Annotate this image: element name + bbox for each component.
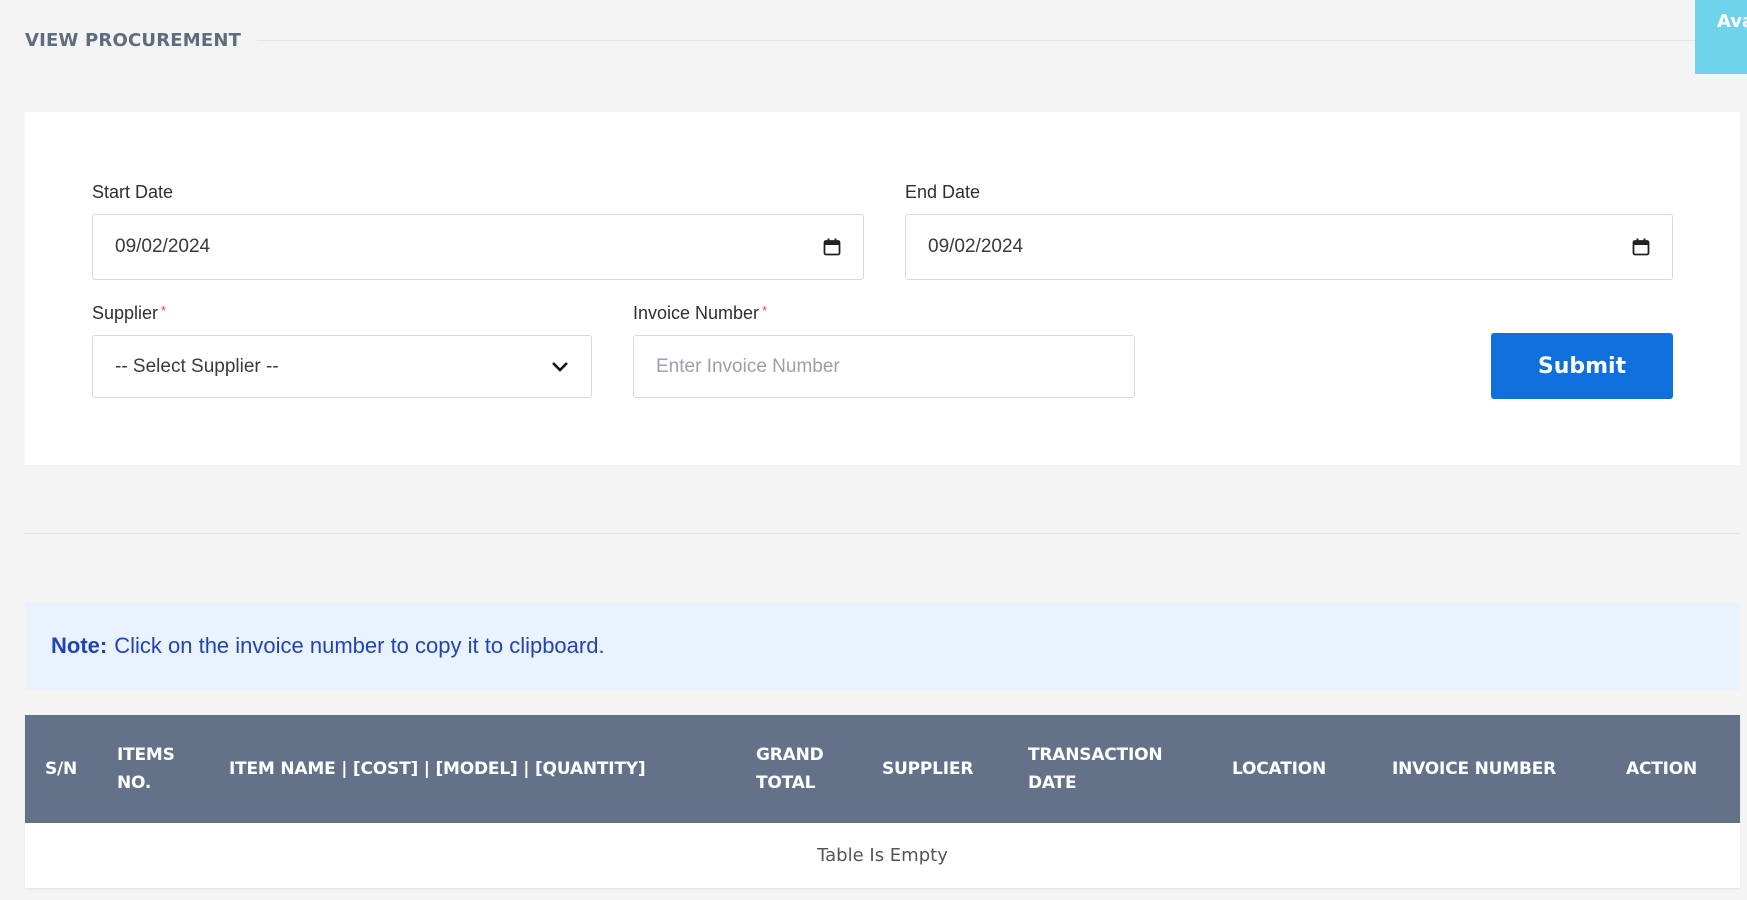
column-header-item-name[interactable]: ITEM NAME | [COST] | [MODEL] | [QUANTITY…	[209, 715, 736, 823]
column-header-action[interactable]: ACTION	[1606, 715, 1740, 823]
table-empty-message: Table Is Empty	[817, 845, 948, 866]
start-date-input[interactable]: 09/02/2024	[92, 214, 864, 280]
table-row: Table Is Empty	[25, 823, 1740, 888]
column-header-grand-total[interactable]: GRAND TOTAL	[736, 715, 862, 823]
column-header-invoice-number[interactable]: INVOICE NUMBER	[1372, 715, 1606, 823]
filter-card: Start Date 09/02/2024 End Date 09/02/202…	[25, 112, 1740, 465]
supplier-label-text: Supplier	[92, 303, 159, 323]
invoice-number-label-text: Invoice Number	[633, 303, 760, 323]
procurement-table: S/N ITEMS NO. ITEM NAME | [COST] | [MODE…	[25, 715, 1740, 888]
column-header-transaction-date[interactable]: TRANSACTION DATE	[1008, 715, 1212, 823]
chevron-down-icon	[552, 361, 568, 372]
table-header-row: S/N ITEMS NO. ITEM NAME | [COST] | [MODE…	[25, 715, 1740, 823]
invoice-number-placeholder: Enter Invoice Number	[656, 355, 840, 377]
column-header-location[interactable]: LOCATION	[1212, 715, 1372, 823]
start-date-field: Start Date 09/02/2024	[92, 182, 864, 280]
page-title: VIEW PROCUREMENT	[25, 30, 242, 51]
calendar-icon[interactable]	[1632, 238, 1650, 256]
submit-button[interactable]: Submit	[1491, 333, 1673, 399]
invoice-number-label: Invoice Number *	[633, 303, 1135, 325]
section-divider	[25, 533, 1740, 534]
supplier-selected: -- Select Supplier --	[115, 355, 279, 377]
end-date-input[interactable]: 09/02/2024	[905, 214, 1673, 280]
end-date-field: End Date 09/02/2024	[905, 182, 1673, 280]
note-text: Click on the invoice number to copy it t…	[114, 633, 605, 658]
supplier-field: Supplier * -- Select Supplier --	[92, 303, 592, 398]
end-date-label: End Date	[905, 182, 981, 202]
note-banner: Note: Click on the invoice number to cop…	[25, 602, 1740, 690]
required-mark: *	[161, 303, 167, 318]
required-mark: *	[762, 303, 768, 318]
supplier-label: Supplier *	[92, 303, 592, 325]
column-header-sn[interactable]: S/N	[25, 715, 97, 823]
start-date-label: Start Date	[92, 182, 174, 202]
invoice-number-input[interactable]: Enter Invoice Number	[633, 335, 1135, 398]
end-date-value: 09/02/2024	[928, 236, 1024, 257]
note-label: Note:	[51, 633, 108, 658]
calendar-icon[interactable]	[823, 238, 841, 256]
title-rule	[257, 40, 1695, 41]
start-date-value: 09/02/2024	[115, 236, 211, 257]
invoice-number-field: Invoice Number * Enter Invoice Number	[633, 303, 1135, 398]
column-header-supplier[interactable]: SUPPLIER	[862, 715, 1008, 823]
column-header-items-no[interactable]: ITEMS NO.	[97, 715, 209, 823]
page-header: VIEW PROCUREMENT	[25, 30, 1695, 51]
corner-tab[interactable]: Ava Re	[1695, 0, 1747, 74]
supplier-select[interactable]: -- Select Supplier --	[92, 335, 592, 398]
